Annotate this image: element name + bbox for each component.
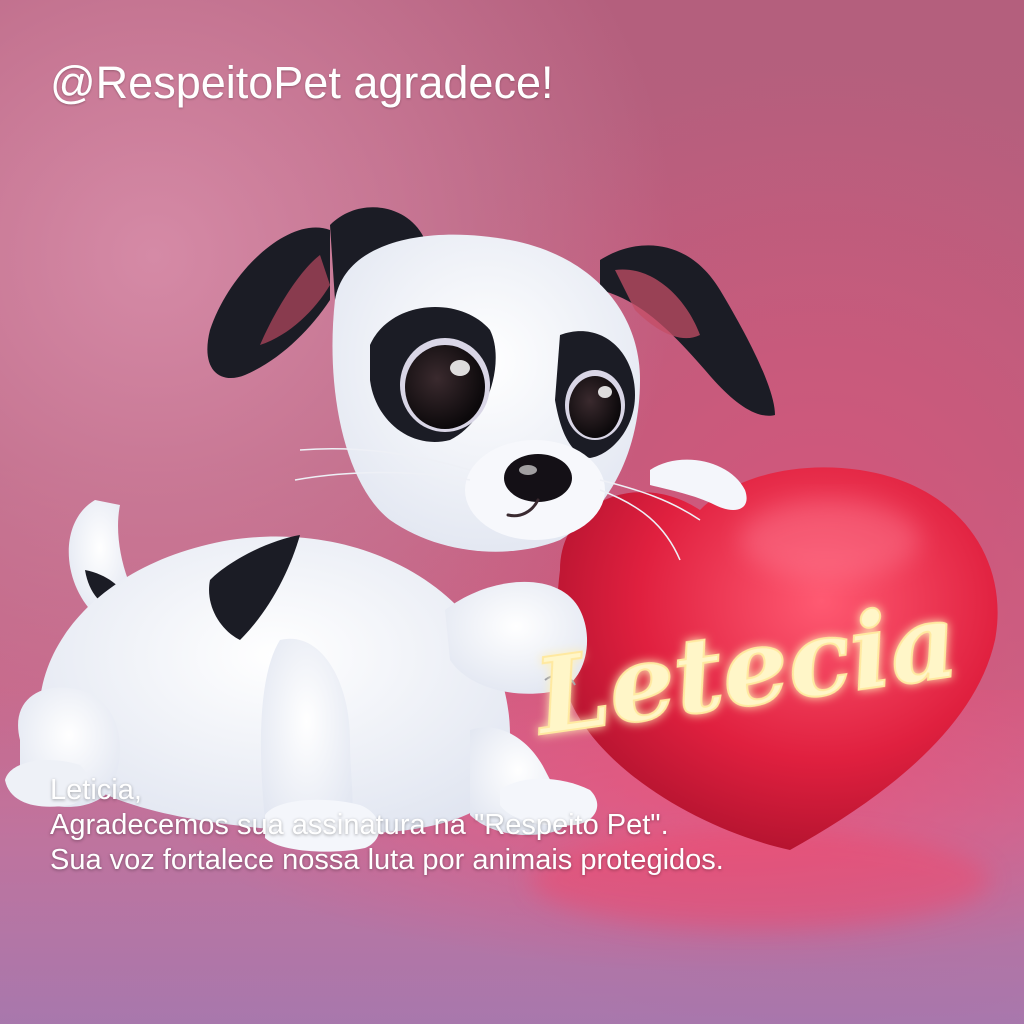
page-title: @RespeitoPet agradece! <box>50 57 554 108</box>
card: Letecia @RespeitoPet agradece! Leticia, … <box>0 0 1024 1024</box>
message-line-1: Agradecemos sua assinatura na "Respeito … <box>50 809 669 841</box>
message-greeting: Leticia, <box>50 774 142 806</box>
message-line-2: Sua voz fortalece nossa luta por animais… <box>50 844 724 876</box>
thank-you-message: Leticia, Agradecemos sua assinatura na "… <box>50 773 724 878</box>
